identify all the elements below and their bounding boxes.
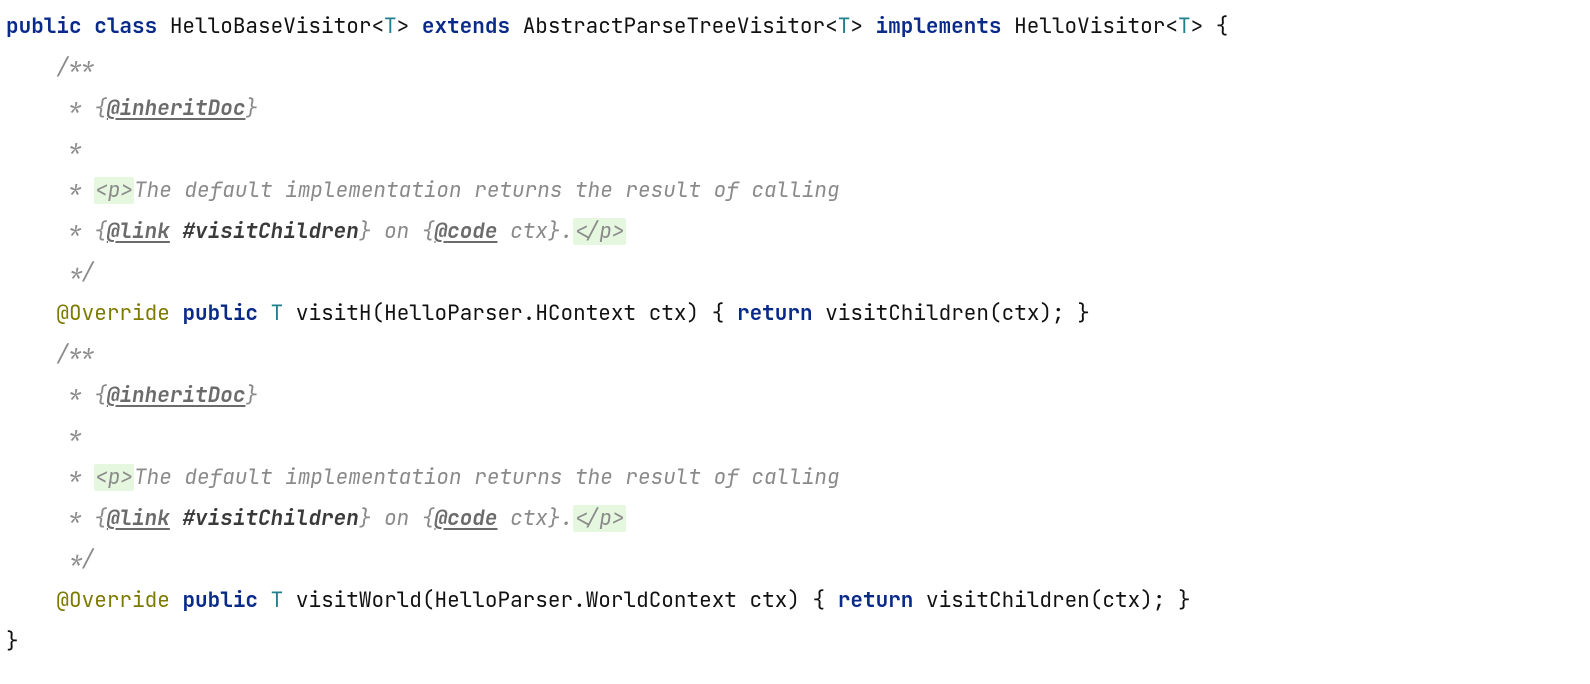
class-name: HelloBaseVisitor [170, 13, 372, 40]
line-class-decl: public class HelloBaseVisitor<T> extends… [6, 13, 1228, 40]
keyword-extends: extends [422, 13, 510, 40]
line-method-visitWorld: @Override public T visitWorld(HelloParse… [56, 587, 1190, 614]
superclass-name: AbstractParseTreeVisitor [523, 13, 825, 40]
javadoc-line: * {@inheritDoc} [56, 95, 258, 122]
javadoc-tag-inheritdoc: @inheritDoc [107, 95, 246, 122]
javadoc-line: * [56, 136, 81, 163]
javadoc-tag-inheritdoc: @inheritDoc [107, 382, 246, 409]
keyword-return: return [838, 587, 914, 614]
html-p-close: </p> [573, 218, 625, 245]
javadoc-ref-visitchildren: #visitChildren [182, 505, 358, 532]
keyword-class: class [94, 13, 157, 40]
javadoc-line: * <p>The default implementation returns … [56, 464, 839, 491]
annotation-override: @Override [56, 300, 169, 327]
method-name-visitH: visitH [296, 300, 372, 327]
javadoc-tag-code: @code [434, 505, 497, 532]
class-close-brace: } [6, 628, 19, 655]
method-name-visitWorld: visitWorld [296, 587, 422, 614]
code-editor[interactable]: public class HelloBaseVisitor<T> extends… [0, 0, 1590, 662]
html-p-open: <p> [94, 464, 134, 491]
type-param: T [384, 13, 397, 40]
keyword-public: public [6, 13, 82, 40]
keyword-return: return [737, 300, 813, 327]
line-method-visitH: @Override public T visitH(HelloParser.HC… [56, 300, 1089, 327]
html-p-open: <p> [94, 177, 134, 204]
javadoc-tag-code: @code [434, 218, 497, 245]
javadoc-line: * <p>The default implementation returns … [56, 177, 839, 204]
javadoc-open: /** [56, 54, 94, 81]
annotation-override: @Override [56, 587, 169, 614]
html-p-close: </p> [573, 505, 625, 532]
javadoc-tag-link: @link [107, 218, 170, 245]
javadoc-tag-link: @link [107, 505, 170, 532]
javadoc-close: */ [56, 546, 94, 573]
javadoc-line: * [56, 423, 81, 450]
javadoc-close: */ [56, 259, 94, 286]
javadoc-line: * {@link #visitChildren} on {@code ctx}.… [56, 505, 625, 532]
javadoc-open: /** [56, 341, 94, 368]
interface-name: HelloVisitor [1014, 13, 1165, 40]
javadoc-line: * {@inheritDoc} [56, 382, 258, 409]
javadoc-ref-visitchildren: #visitChildren [182, 218, 358, 245]
javadoc-line: * {@link #visitChildren} on {@code ctx}.… [56, 218, 625, 245]
keyword-implements: implements [876, 13, 1002, 40]
